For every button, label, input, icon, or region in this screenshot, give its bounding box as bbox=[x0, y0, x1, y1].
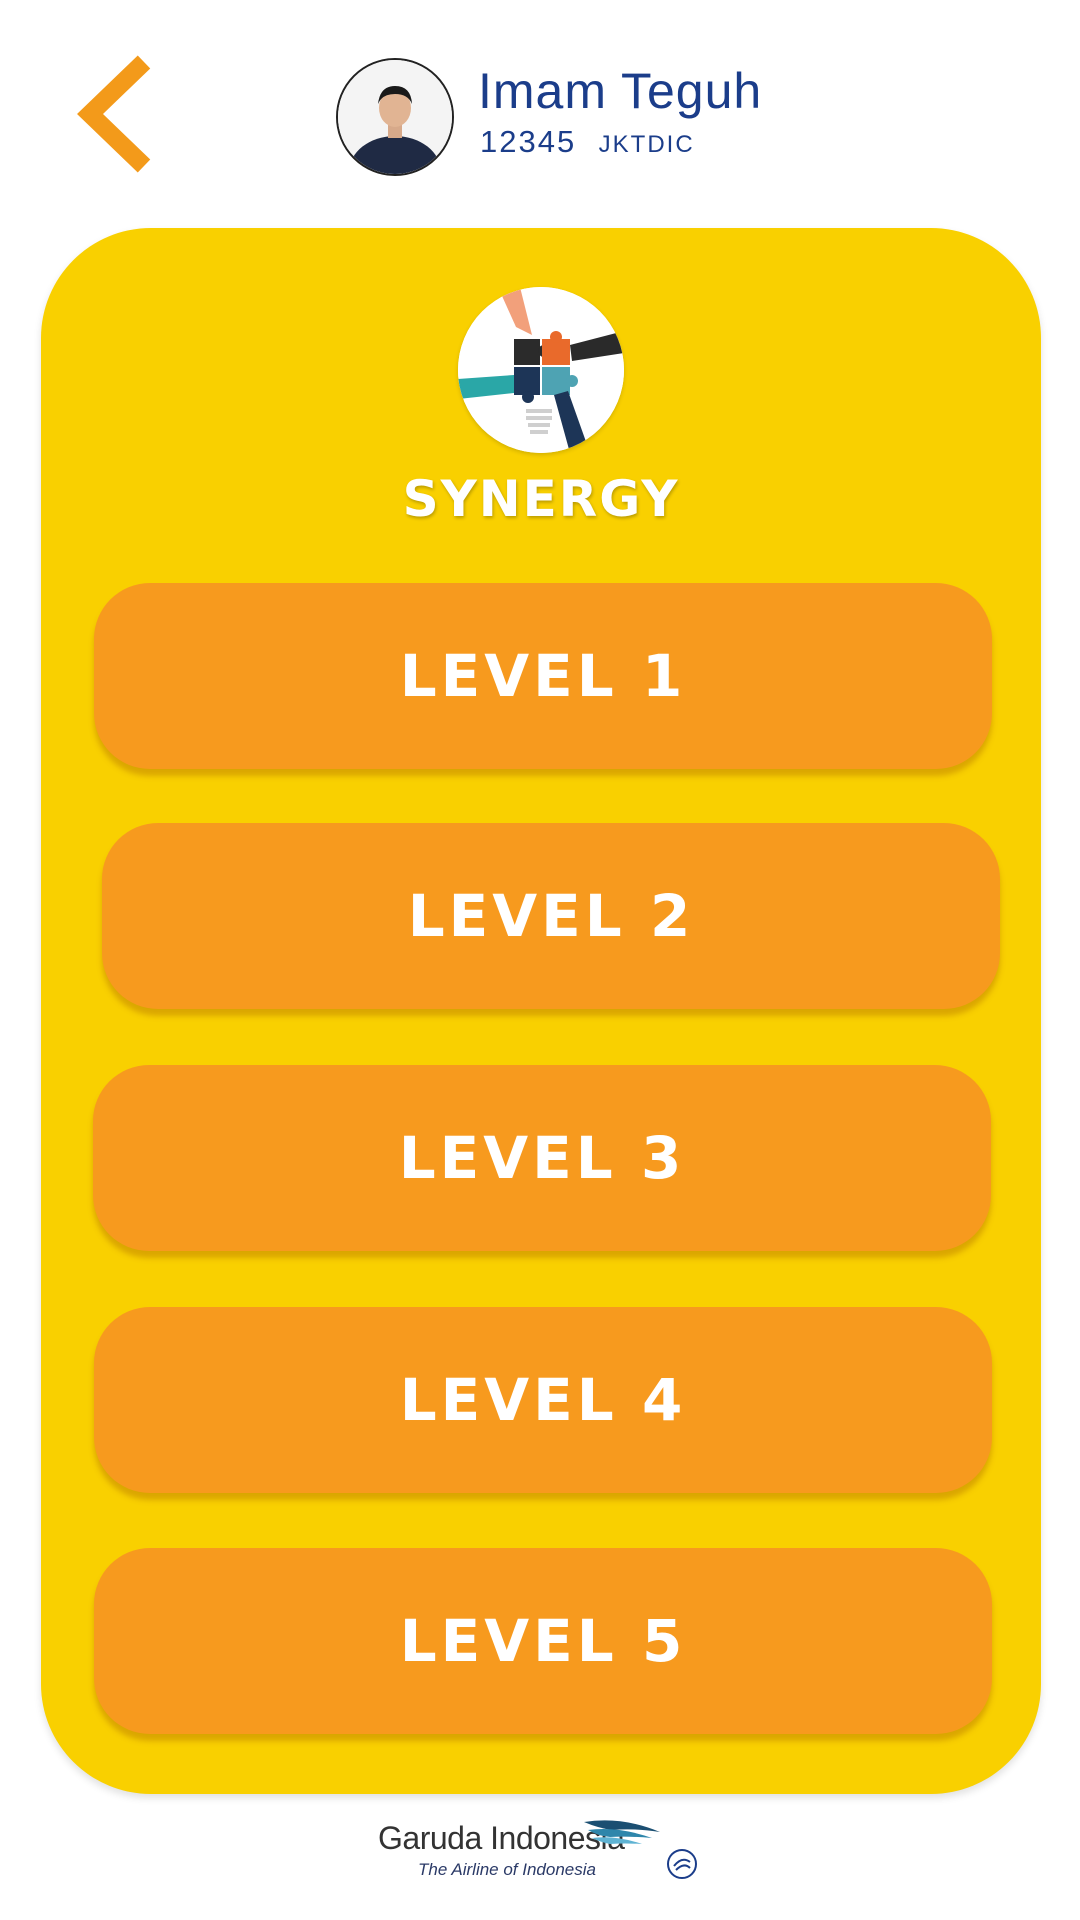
user-meta: 12345 JKTDIC bbox=[480, 124, 695, 160]
avatar[interactable] bbox=[336, 58, 454, 176]
chevron-left-icon bbox=[77, 55, 151, 173]
brand-tagline: The Airline of Indonesia bbox=[418, 1860, 596, 1879]
user-id: 12345 bbox=[480, 124, 577, 159]
garuda-bird-icon bbox=[584, 1820, 660, 1844]
user-station: JKTDIC bbox=[598, 131, 695, 158]
level-3-button[interactable]: LEVEL 3 bbox=[93, 1065, 991, 1251]
user-name: Imam Teguh bbox=[478, 63, 763, 119]
puzzle-hands-icon bbox=[458, 287, 624, 453]
topic-title: SYNERGY bbox=[402, 470, 680, 528]
topic-icon-badge bbox=[458, 287, 624, 453]
user-photo bbox=[338, 60, 452, 174]
skyteam-icon bbox=[667, 1849, 697, 1879]
level-5-button[interactable]: LEVEL 5 bbox=[94, 1548, 992, 1734]
level-1-button[interactable]: LEVEL 1 bbox=[94, 583, 992, 769]
back-button[interactable] bbox=[76, 54, 156, 174]
level-2-button[interactable]: LEVEL 2 bbox=[102, 823, 1000, 1009]
level-4-button[interactable]: LEVEL 4 bbox=[94, 1307, 992, 1493]
